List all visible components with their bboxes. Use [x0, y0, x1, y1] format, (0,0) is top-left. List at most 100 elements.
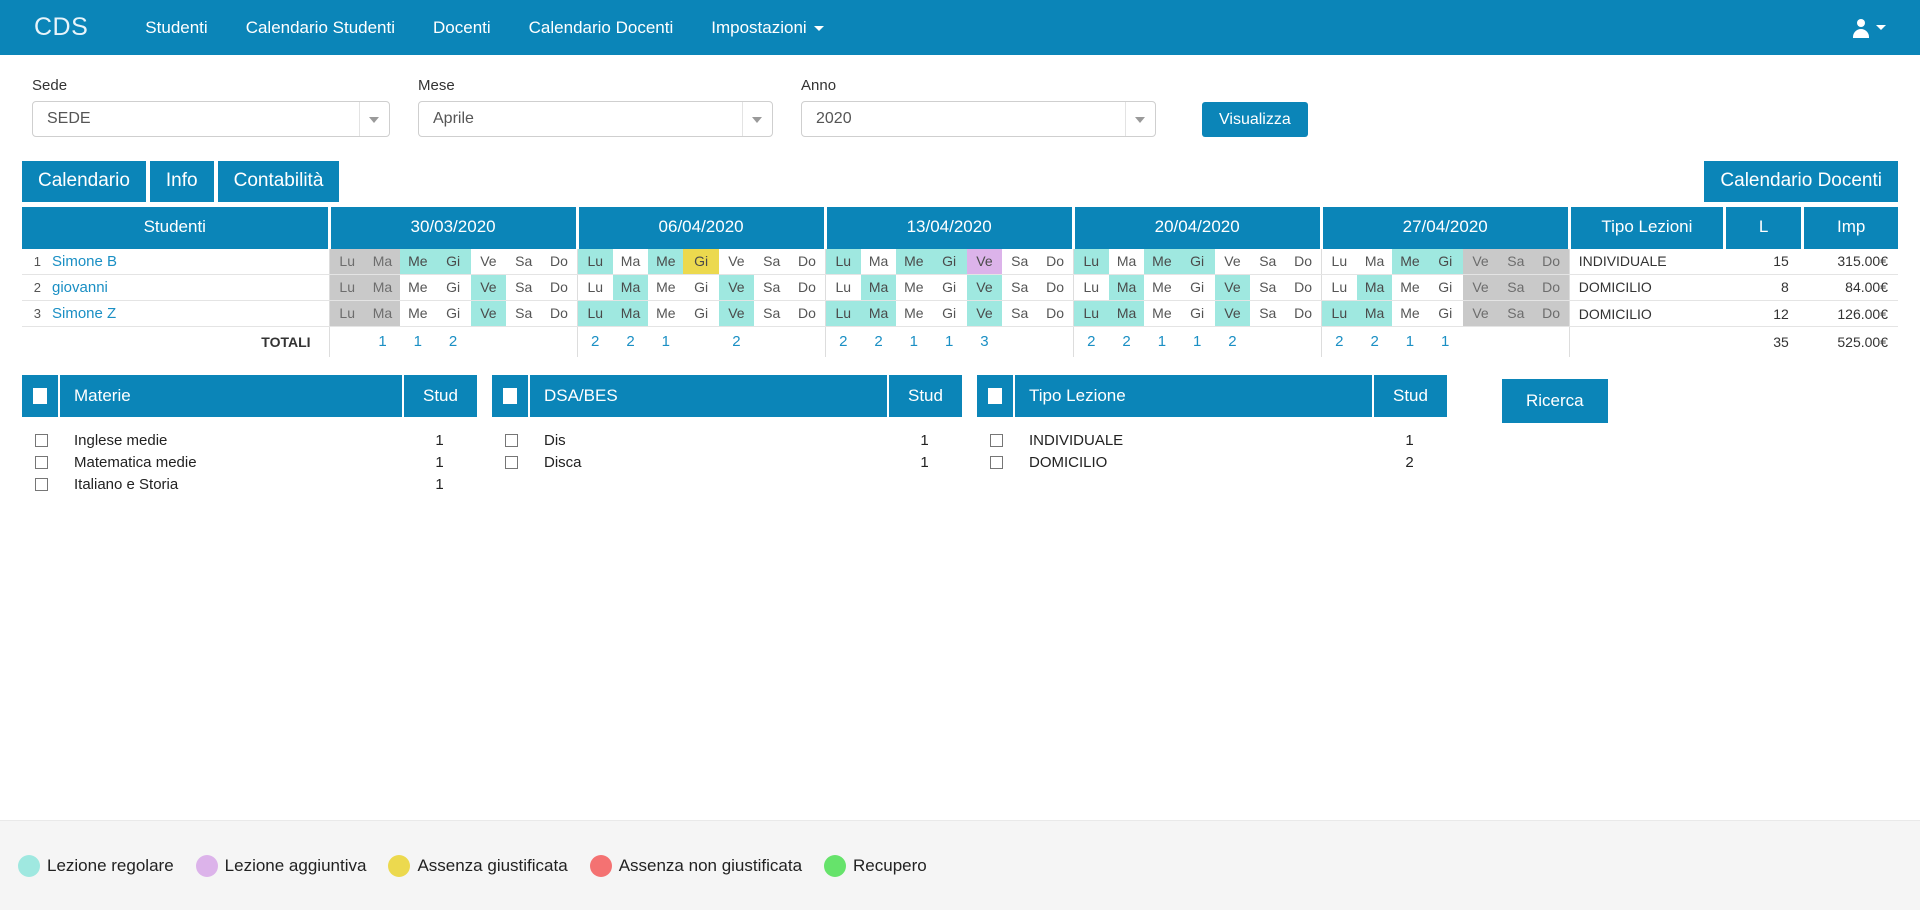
row-checkbox[interactable]: [22, 456, 60, 470]
day-cell[interactable]: Ma: [612, 301, 649, 327]
nav-link-studenti[interactable]: Studenti: [126, 0, 226, 55]
day-cell[interactable]: Lu: [1322, 249, 1357, 274]
day-cell[interactable]: Me: [896, 248, 932, 274]
brand-logo[interactable]: CDS: [34, 13, 88, 42]
tab-contabilita[interactable]: Contabilità: [217, 161, 340, 202]
day-cell[interactable]: Ma: [1108, 301, 1145, 327]
anno-select[interactable]: 2020: [801, 101, 1156, 137]
sede-select[interactable]: SEDE: [32, 101, 390, 137]
day-cell[interactable]: Lu: [577, 248, 613, 274]
day-cell[interactable]: Ve: [470, 301, 507, 327]
ricerca-button[interactable]: Ricerca: [1502, 378, 1608, 423]
day-cell[interactable]: Sa: [506, 301, 541, 326]
tab-calendario-docenti[interactable]: Calendario Docenti: [1704, 161, 1898, 202]
day-cell[interactable]: Ma: [612, 274, 649, 301]
day-cell[interactable]: Lu: [329, 248, 365, 274]
day-cell[interactable]: Ve: [718, 274, 755, 301]
day-cell[interactable]: Ma: [364, 301, 401, 327]
day-cell[interactable]: Sa: [506, 275, 541, 300]
day-cell[interactable]: Do: [789, 301, 824, 326]
row-checkbox[interactable]: [22, 434, 60, 448]
day-cell[interactable]: Do: [1285, 301, 1320, 326]
day-cell[interactable]: Do: [541, 249, 576, 274]
day-cell[interactable]: Me: [648, 275, 683, 300]
day-cell[interactable]: Do: [1037, 249, 1072, 274]
day-cell[interactable]: Sa: [754, 275, 789, 300]
select-all-checkbox[interactable]: [977, 374, 1015, 417]
day-cell[interactable]: Ve: [471, 249, 506, 274]
day-cell[interactable]: Sa: [1002, 301, 1037, 326]
day-cell[interactable]: Me: [1392, 248, 1428, 274]
day-cell[interactable]: Gi: [435, 248, 471, 274]
day-cell[interactable]: Gi: [435, 301, 470, 326]
day-cell[interactable]: Me: [1144, 248, 1180, 274]
day-cell[interactable]: Lu: [825, 301, 861, 327]
day-cell[interactable]: Me: [648, 301, 683, 326]
day-cell[interactable]: Do: [789, 249, 824, 274]
day-cell[interactable]: Sa: [1498, 274, 1534, 301]
day-cell[interactable]: Ve: [1462, 274, 1499, 301]
day-cell[interactable]: Gi: [1179, 248, 1215, 274]
day-cell[interactable]: Sa: [1250, 249, 1285, 274]
day-cell[interactable]: Ve: [966, 301, 1003, 327]
day-cell[interactable]: Lu: [577, 301, 613, 327]
day-cell[interactable]: Do: [541, 275, 576, 300]
day-cell[interactable]: Sa: [754, 301, 789, 326]
day-cell[interactable]: Sa: [1498, 248, 1534, 274]
day-cell[interactable]: Gi: [1427, 248, 1463, 274]
day-cell[interactable]: Sa: [754, 249, 789, 274]
visualizza-button[interactable]: Visualizza: [1202, 102, 1308, 137]
day-cell[interactable]: Gi: [683, 275, 718, 300]
row-checkbox[interactable]: [977, 456, 1015, 470]
day-cell[interactable]: Ve: [966, 248, 1003, 274]
row-checkbox[interactable]: [22, 478, 60, 492]
day-cell[interactable]: Gi: [1180, 301, 1215, 326]
row-checkbox[interactable]: [977, 434, 1015, 448]
day-cell[interactable]: Do: [1037, 301, 1072, 326]
nav-link-impostazioni[interactable]: Impostazioni: [692, 0, 842, 55]
day-cell[interactable]: Me: [896, 301, 931, 326]
day-cell[interactable]: Ve: [1215, 249, 1250, 274]
day-cell[interactable]: Do: [1285, 249, 1320, 274]
day-cell[interactable]: Ve: [966, 274, 1003, 301]
day-cell[interactable]: Ma: [1357, 249, 1392, 274]
user-icon[interactable]: [1852, 18, 1870, 38]
day-cell[interactable]: Ve: [470, 274, 507, 301]
day-cell[interactable]: Gi: [1180, 275, 1215, 300]
day-cell[interactable]: Lu: [329, 274, 365, 301]
mese-select[interactable]: Aprile: [418, 101, 773, 137]
day-cell[interactable]: Lu: [578, 275, 613, 300]
day-cell[interactable]: Do: [1533, 301, 1569, 327]
day-cell[interactable]: Ve: [1462, 301, 1499, 327]
day-cell[interactable]: Ma: [613, 249, 648, 274]
day-cell[interactable]: Ma: [1109, 249, 1144, 274]
day-cell[interactable]: Gi: [435, 275, 470, 300]
day-cell[interactable]: Gi: [683, 248, 719, 274]
day-cell[interactable]: Ma: [1356, 274, 1393, 301]
day-cell[interactable]: Ma: [364, 248, 401, 274]
day-cell[interactable]: Me: [400, 248, 436, 274]
tab-calendario[interactable]: Calendario: [22, 161, 146, 202]
day-cell[interactable]: Do: [541, 301, 576, 326]
day-cell[interactable]: Gi: [1428, 301, 1463, 326]
day-cell[interactable]: Lu: [1073, 301, 1109, 327]
row-checkbox[interactable]: [492, 456, 530, 470]
day-cell[interactable]: Ve: [1214, 274, 1251, 301]
day-cell[interactable]: Lu: [825, 248, 861, 274]
day-cell[interactable]: Do: [1533, 274, 1569, 301]
day-cell[interactable]: Lu: [1074, 275, 1109, 300]
day-cell[interactable]: Sa: [1002, 275, 1037, 300]
day-cell[interactable]: Gi: [1428, 275, 1463, 300]
day-cell[interactable]: Lu: [329, 301, 365, 327]
day-cell[interactable]: Ma: [1356, 301, 1393, 327]
day-cell[interactable]: Ve: [719, 249, 754, 274]
chevron-down-icon[interactable]: [752, 117, 762, 123]
day-cell[interactable]: Do: [789, 275, 824, 300]
day-cell[interactable]: Ve: [1214, 301, 1251, 327]
row-checkbox[interactable]: [492, 434, 530, 448]
day-cell[interactable]: Me: [1392, 275, 1427, 300]
day-cell[interactable]: Me: [400, 301, 435, 326]
chevron-down-icon[interactable]: [1876, 25, 1886, 30]
day-cell[interactable]: Ve: [1462, 248, 1499, 274]
select-all-checkbox[interactable]: [492, 374, 530, 417]
